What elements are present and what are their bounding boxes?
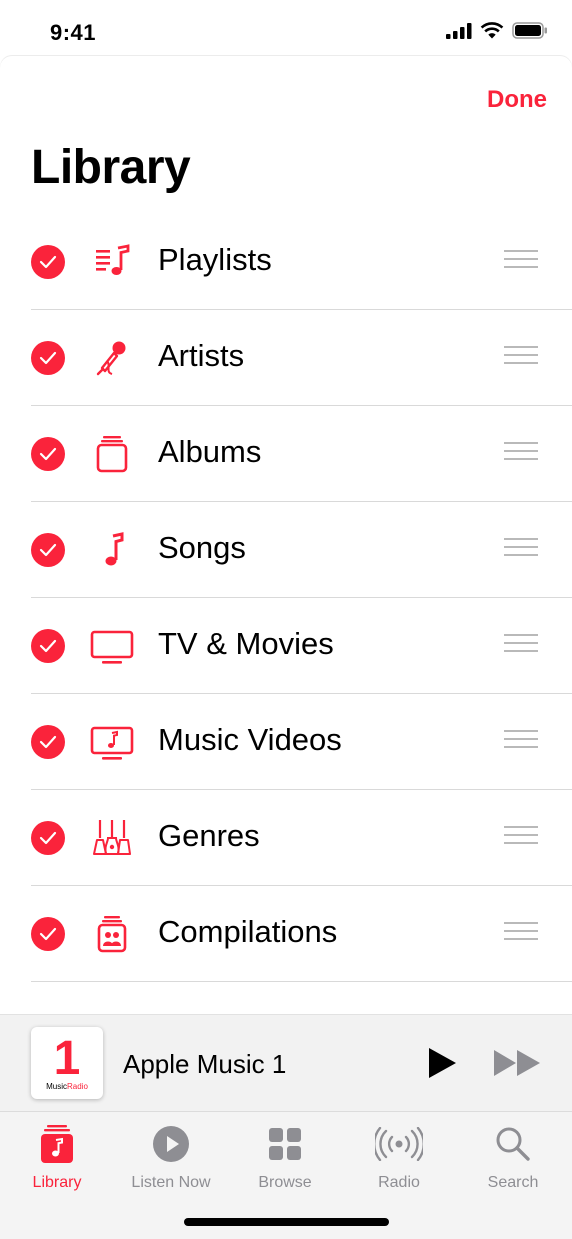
tab-listen-now[interactable]: Listen Now: [114, 1122, 228, 1192]
now-playing-artwork: 1 MusicRadio: [31, 1027, 103, 1099]
checkmark-icon: [39, 447, 57, 461]
artwork-brand-prefix: Music: [46, 1082, 67, 1091]
tv-icon: [90, 624, 134, 668]
list-item-artists[interactable]: Artists: [0, 310, 572, 406]
list-item-label: Music Videos: [158, 722, 342, 757]
mini-player[interactable]: 1 MusicRadio Apple Music 1: [0, 1015, 572, 1111]
status-time: 9:41: [50, 20, 97, 45]
drag-handle[interactable]: [504, 826, 538, 850]
checkmark-toggle[interactable]: [31, 533, 65, 567]
list-item-tv-movies[interactable]: TV & Movies: [0, 598, 572, 694]
list-item-label: Albums: [158, 434, 262, 469]
now-playing-title: Apple Music 1: [123, 1049, 287, 1079]
list-item-label: Genres: [158, 818, 260, 853]
checkmark-icon: [39, 927, 57, 941]
checkmark-toggle[interactable]: [31, 629, 65, 663]
checkmark-toggle[interactable]: [31, 437, 65, 471]
grid-icon: [228, 1122, 342, 1166]
list-item-label: Artists: [158, 338, 245, 373]
list-item-songs[interactable]: Songs: [0, 502, 572, 598]
checkmark-icon: [39, 735, 57, 749]
artwork-brand-suffix: Radio: [66, 1082, 88, 1091]
checkmark-toggle[interactable]: [31, 917, 65, 951]
artwork-number: 1: [53, 1032, 81, 1085]
compilations-icon: [90, 912, 134, 956]
checkmark-toggle[interactable]: [31, 341, 65, 375]
drag-handle[interactable]: [504, 346, 538, 370]
library-category-list: Playlists Artists Albums Songs TV & Movi…: [0, 214, 572, 982]
cellular-signal-icon: [446, 22, 472, 39]
checkmark-toggle[interactable]: [31, 821, 65, 855]
checkmark-icon: [39, 639, 57, 653]
list-item-label: Compilations: [158, 914, 338, 949]
library-icon: [0, 1122, 114, 1166]
play-circle-icon: [114, 1122, 228, 1166]
list-item-compilations[interactable]: Compilations: [0, 886, 572, 982]
drag-handle[interactable]: [504, 634, 538, 658]
play-icon[interactable]: [426, 1047, 460, 1079]
drag-handle[interactable]: [504, 442, 538, 466]
drag-handle[interactable]: [504, 250, 538, 274]
artwork-brand: MusicRadio: [31, 1082, 103, 1091]
page-title: Library: [31, 141, 191, 194]
fast-forward-icon[interactable]: [492, 1049, 542, 1077]
status-bar: 9:41: [0, 0, 572, 56]
tab-browse[interactable]: Browse: [228, 1122, 342, 1192]
checkmark-icon: [39, 255, 57, 269]
tab-radio[interactable]: Radio: [342, 1122, 456, 1192]
guitars-icon: [90, 816, 134, 860]
checkmark-icon: [39, 351, 57, 365]
done-button[interactable]: Done: [487, 86, 547, 114]
microphone-icon: [90, 336, 134, 380]
music-note-icon: [90, 528, 134, 572]
tab-label: Library: [32, 1174, 82, 1191]
checkmark-toggle[interactable]: [31, 725, 65, 759]
list-item-playlists[interactable]: Playlists: [0, 214, 572, 310]
drag-handle[interactable]: [504, 922, 538, 946]
home-indicator: [184, 1218, 389, 1226]
tab-label: Browse: [258, 1174, 312, 1191]
music-video-icon: [90, 720, 134, 764]
tab-label: Search: [487, 1174, 539, 1191]
list-item-genres[interactable]: Genres: [0, 790, 572, 886]
checkmark-toggle[interactable]: [31, 245, 65, 279]
drag-handle[interactable]: [504, 730, 538, 754]
albums-icon: [90, 432, 134, 476]
wifi-icon: [480, 22, 504, 39]
checkmark-icon: [39, 543, 57, 557]
drag-handle[interactable]: [504, 538, 538, 562]
list-item-label: TV & Movies: [158, 626, 334, 661]
list-item-label: Playlists: [158, 242, 272, 277]
battery-icon: [512, 22, 547, 39]
tab-label: Listen Now: [131, 1174, 211, 1191]
tab-library[interactable]: Library: [0, 1122, 114, 1192]
checkmark-icon: [39, 831, 57, 845]
tab-label: Radio: [378, 1174, 420, 1191]
status-icons: [446, 22, 548, 39]
list-item-music-videos[interactable]: Music Videos: [0, 694, 572, 790]
search-icon: [456, 1122, 570, 1166]
tab-search[interactable]: Search: [456, 1122, 570, 1192]
playlist-icon: [90, 240, 134, 284]
list-item-label: Songs: [158, 530, 246, 565]
radio-icon: [342, 1122, 456, 1166]
list-item-albums[interactable]: Albums: [0, 406, 572, 502]
